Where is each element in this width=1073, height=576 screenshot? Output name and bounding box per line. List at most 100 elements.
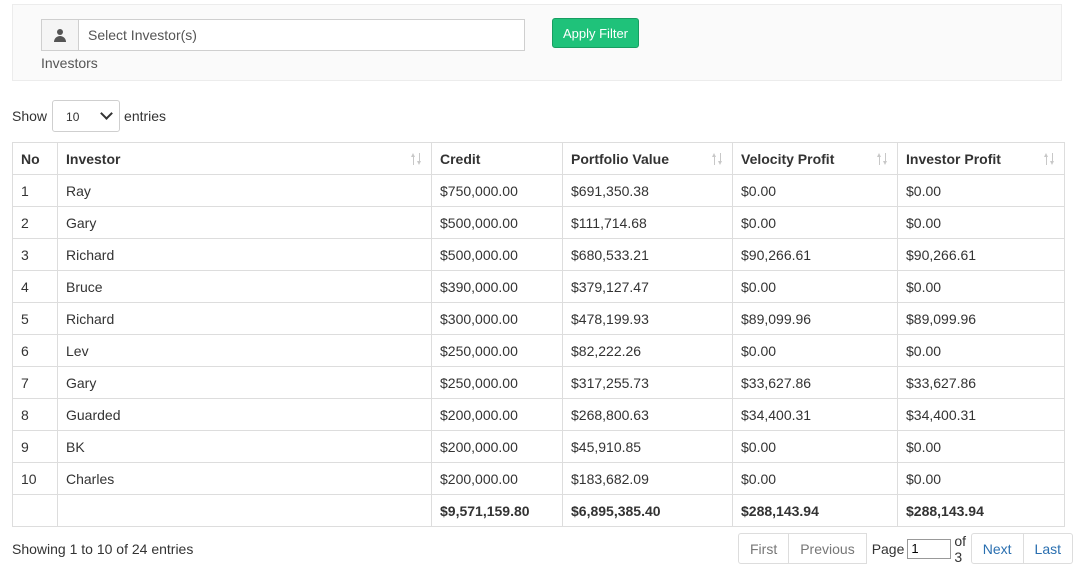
sort-icon bbox=[712, 153, 724, 165]
total-credit: $9,571,159.80 bbox=[431, 494, 563, 527]
row-number: 7 bbox=[12, 366, 58, 399]
investor-name-link[interactable]: Gary bbox=[57, 206, 432, 239]
investor-profit-cell: $0.00 bbox=[897, 334, 1065, 367]
totals-cell bbox=[12, 494, 58, 527]
portfolio-value-cell: $478,199.93 bbox=[562, 302, 733, 335]
portfolio-value-cell: $268,800.63 bbox=[562, 398, 733, 431]
investor-name-link[interactable]: Lev bbox=[57, 334, 432, 367]
page-total: of 3 bbox=[954, 532, 967, 565]
col-header-investor-profit[interactable]: Investor Profit bbox=[897, 142, 1065, 175]
velocity-profit-cell: $0.00 bbox=[732, 174, 898, 207]
row-number: 2 bbox=[12, 206, 58, 239]
pagination: First Previous Page of 3 Next Last bbox=[738, 532, 1073, 565]
velocity-profit-cell: $33,627.86 bbox=[732, 366, 898, 399]
investor-select[interactable] bbox=[41, 19, 525, 51]
col-header-label: No bbox=[21, 150, 40, 167]
row-number: 3 bbox=[12, 238, 58, 271]
col-header-no[interactable]: No bbox=[12, 142, 58, 175]
credit-cell: $200,000.00 bbox=[431, 398, 563, 431]
investors-label: Investors bbox=[41, 55, 98, 71]
entries-per-page-select[interactable]: 10 bbox=[52, 100, 121, 132]
investor-profit-cell: $33,627.86 bbox=[897, 366, 1065, 399]
entries-label: entries bbox=[124, 108, 167, 124]
first-page-button[interactable]: First bbox=[738, 533, 790, 564]
row-number: 8 bbox=[12, 398, 58, 431]
col-header-label: Investor bbox=[66, 150, 121, 167]
credit-cell: $390,000.00 bbox=[431, 270, 563, 303]
page-length-control: Show 10 entries bbox=[12, 100, 166, 132]
col-header-label: Credit bbox=[440, 150, 481, 167]
velocity-profit-cell: $90,266.61 bbox=[732, 238, 898, 271]
credit-cell: $500,000.00 bbox=[431, 238, 563, 271]
investor-name-link[interactable]: Gary bbox=[57, 366, 432, 399]
previous-page-button[interactable]: Previous bbox=[789, 533, 867, 564]
table-row: 5 Richard $300,000.00 $478,199.93 $89,099.96… bbox=[12, 302, 1065, 335]
col-header-credit[interactable]: Credit bbox=[431, 142, 563, 175]
row-number: 10 bbox=[12, 462, 58, 495]
investor-name-link[interactable]: Richard bbox=[57, 302, 432, 335]
table-row: 4 Bruce $390,000.00 $379,127.47 $0.00 $0.00 bbox=[12, 270, 1065, 303]
show-label: Show bbox=[12, 108, 48, 124]
velocity-profit-cell: $0.00 bbox=[732, 206, 898, 239]
velocity-profit-cell: $89,099.96 bbox=[732, 302, 898, 335]
next-page-button[interactable]: Next bbox=[970, 533, 1024, 564]
col-header-velocity-profit[interactable]: Velocity Profit bbox=[732, 142, 898, 175]
row-number: 4 bbox=[12, 270, 58, 303]
sort-icon bbox=[1044, 153, 1056, 165]
investor-profit-cell: $0.00 bbox=[897, 430, 1065, 463]
credit-cell: $300,000.00 bbox=[431, 302, 563, 335]
portfolio-value-cell: $691,350.38 bbox=[562, 174, 733, 207]
col-header-label: Investor Profit bbox=[906, 150, 1001, 167]
velocity-profit-cell: $34,400.31 bbox=[732, 398, 898, 431]
credit-cell: $250,000.00 bbox=[431, 366, 563, 399]
row-number: 5 bbox=[12, 302, 58, 335]
investor-profit-cell: $0.00 bbox=[897, 270, 1065, 303]
row-number: 1 bbox=[12, 174, 58, 207]
investor-name-link[interactable]: Charles bbox=[57, 462, 432, 495]
sort-icon bbox=[411, 153, 423, 165]
filter-panel: Investors Apply Filter bbox=[12, 4, 1062, 81]
credit-cell: $200,000.00 bbox=[431, 430, 563, 463]
table-row: 1 Ray $750,000.00 $691,350.38 $0.00 $0.00 bbox=[12, 174, 1065, 207]
page-number-input[interactable] bbox=[907, 538, 952, 559]
credit-cell: $250,000.00 bbox=[431, 334, 563, 367]
table-row: 3 Richard $500,000.00 $680,533.21 $90,266.61… bbox=[12, 238, 1065, 271]
portfolio-value-cell: $45,910.85 bbox=[562, 430, 733, 463]
portfolio-value-cell: $183,682.09 bbox=[562, 462, 733, 495]
col-header-portfolio-value[interactable]: Portfolio Value bbox=[562, 142, 733, 175]
col-header-label: Velocity Profit bbox=[741, 150, 835, 167]
velocity-profit-cell: $0.00 bbox=[732, 334, 898, 367]
investors-table: No Investor Credit Portfolio Value Veloc… bbox=[12, 142, 1065, 527]
portfolio-value-cell: $82,222.26 bbox=[562, 334, 733, 367]
velocity-profit-cell: $0.00 bbox=[732, 462, 898, 495]
last-page-button[interactable]: Last bbox=[1023, 533, 1073, 564]
investor-select-input[interactable] bbox=[79, 20, 524, 50]
investor-name-link[interactable]: BK bbox=[57, 430, 432, 463]
table-row: 2 Gary $500,000.00 $111,714.68 $0.00 $0.00 bbox=[12, 206, 1065, 239]
investor-profit-cell: $90,266.61 bbox=[897, 238, 1065, 271]
table-row: 8 Guarded $200,000.00 $268,800.63 $34,400.31… bbox=[12, 398, 1065, 431]
investor-profit-cell: $0.00 bbox=[897, 462, 1065, 495]
totals-cell bbox=[57, 494, 432, 527]
total-investor-profit: $288,143.94 bbox=[897, 494, 1065, 527]
table-row: 10 Charles $200,000.00 $183,682.09 $0.00 $0.0… bbox=[12, 462, 1065, 495]
investor-name-link[interactable]: Richard bbox=[57, 238, 432, 271]
table-row: 6 Lev $250,000.00 $82,222.26 $0.00 $0.00 bbox=[12, 334, 1065, 367]
investor-name-link[interactable]: Ray bbox=[57, 174, 432, 207]
table-row: 9 BK $200,000.00 $45,910.85 $0.00 $0.00 bbox=[12, 430, 1065, 463]
table-row: 7 Gary $250,000.00 $317,255.73 $33,627.86 $33… bbox=[12, 366, 1065, 399]
table-info: Showing 1 to 10 of 24 entries bbox=[12, 541, 194, 557]
investor-profit-cell: $0.00 bbox=[897, 206, 1065, 239]
col-header-investor[interactable]: Investor bbox=[57, 142, 432, 175]
portfolio-value-cell: $680,533.21 bbox=[562, 238, 733, 271]
portfolio-value-cell: $111,714.68 bbox=[562, 206, 733, 239]
credit-cell: $750,000.00 bbox=[431, 174, 563, 207]
velocity-profit-cell: $0.00 bbox=[732, 430, 898, 463]
apply-filter-button[interactable]: Apply Filter bbox=[552, 18, 639, 48]
user-icon bbox=[42, 20, 79, 50]
row-number: 6 bbox=[12, 334, 58, 367]
investor-name-link[interactable]: Bruce bbox=[57, 270, 432, 303]
table-header-row: No Investor Credit Portfolio Value Veloc… bbox=[12, 142, 1065, 175]
total-portfolio-value: $6,895,385.40 bbox=[562, 494, 733, 527]
investor-name-link[interactable]: Guarded bbox=[57, 398, 432, 431]
